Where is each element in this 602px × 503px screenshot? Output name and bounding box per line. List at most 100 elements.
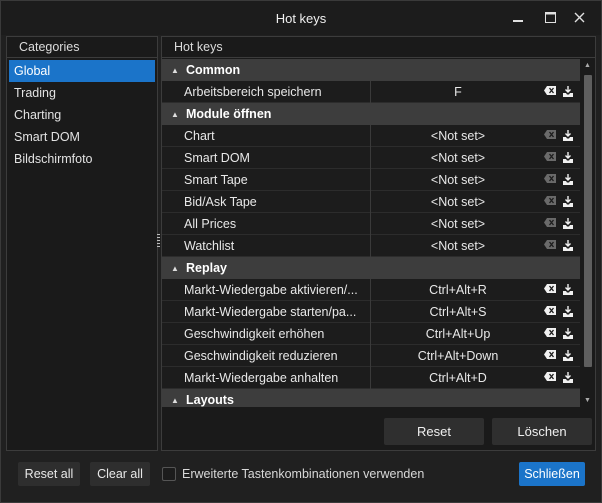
hotkey-actions bbox=[544, 327, 580, 340]
group-header[interactable]: ▲ Layouts bbox=[162, 389, 580, 407]
hotkey-row[interactable]: Geschwindigkeit reduzieren Ctrl+Alt+Down bbox=[162, 344, 580, 367]
maximize-icon[interactable] bbox=[538, 7, 562, 27]
clear-key-icon[interactable] bbox=[544, 283, 556, 296]
record-key-icon[interactable] bbox=[562, 85, 574, 98]
hotkey-row[interactable]: Markt-Wiedergabe starten/pa... Ctrl+Alt+S bbox=[162, 300, 580, 323]
vertical-scrollbar[interactable]: ▲ ▼ bbox=[581, 59, 595, 407]
close-icon[interactable] bbox=[567, 7, 591, 27]
hotkey-row[interactable]: Watchlist <Not set> bbox=[162, 234, 580, 257]
clear-key-icon[interactable] bbox=[544, 349, 556, 362]
category-item-bildschirmfoto[interactable]: Bildschirmfoto bbox=[9, 148, 155, 170]
hotkey-action: Arbeitsbereich speichern bbox=[162, 80, 371, 103]
hotkey-action: Geschwindigkeit erhöhen bbox=[162, 322, 371, 345]
record-key-icon[interactable] bbox=[562, 239, 574, 252]
group-label: Layouts bbox=[186, 393, 234, 407]
collapse-caret-icon[interactable]: ▲ bbox=[162, 264, 182, 273]
clear-key-icon[interactable] bbox=[544, 151, 556, 164]
record-key-icon[interactable] bbox=[562, 151, 574, 164]
hotkey-action: Markt-Wiedergabe anhalten bbox=[162, 366, 371, 389]
hotkey-binding[interactable]: <Not set> bbox=[371, 173, 545, 187]
clear-key-icon[interactable] bbox=[544, 129, 556, 142]
hotkey-row[interactable]: Smart Tape <Not set> bbox=[162, 168, 580, 191]
hotkey-actions bbox=[544, 239, 580, 252]
hotkey-binding[interactable]: Ctrl+Alt+Down bbox=[371, 349, 545, 363]
hotkey-action: Bid/Ask Tape bbox=[162, 190, 371, 213]
category-item-trading[interactable]: Trading bbox=[9, 82, 155, 104]
scroll-down-icon[interactable]: ▼ bbox=[584, 397, 591, 404]
hotkey-binding[interactable]: Ctrl+Alt+S bbox=[371, 305, 545, 319]
categories-panel: Categories Global Trading Charting Smart DO… bbox=[6, 36, 158, 451]
record-key-icon[interactable] bbox=[562, 129, 574, 142]
record-key-icon[interactable] bbox=[562, 349, 574, 362]
title-bar[interactable]: Hot keys bbox=[1, 1, 601, 35]
record-key-icon[interactable] bbox=[562, 195, 574, 208]
group-header[interactable]: ▲ Replay bbox=[162, 257, 580, 279]
reset-button[interactable]: Reset bbox=[384, 418, 484, 445]
collapse-caret-icon[interactable]: ▲ bbox=[162, 396, 182, 405]
hotkey-binding[interactable]: <Not set> bbox=[371, 217, 545, 231]
record-key-icon[interactable] bbox=[562, 173, 574, 186]
hotkey-action: All Prices bbox=[162, 212, 371, 235]
collapse-caret-icon[interactable]: ▲ bbox=[162, 66, 182, 75]
category-item-smart-dom[interactable]: Smart DOM bbox=[9, 126, 155, 148]
record-key-icon[interactable] bbox=[562, 327, 574, 340]
clear-key-icon[interactable] bbox=[544, 305, 556, 318]
hotkey-binding[interactable]: Ctrl+Alt+D bbox=[371, 371, 545, 385]
hotkey-row[interactable]: All Prices <Not set> bbox=[162, 212, 580, 235]
hotkey-actions bbox=[544, 173, 580, 186]
hotkey-actions bbox=[544, 151, 580, 164]
minimize-icon[interactable] bbox=[506, 7, 530, 27]
group-label: Replay bbox=[186, 261, 227, 275]
collapse-caret-icon[interactable]: ▲ bbox=[162, 110, 182, 119]
close-button[interactable]: Schließen bbox=[519, 462, 585, 486]
clear-all-button[interactable]: Clear all bbox=[90, 462, 150, 486]
group-header[interactable]: ▲ Module öffnen bbox=[162, 103, 580, 125]
hotkey-row[interactable]: Geschwindigkeit erhöhen Ctrl+Alt+Up bbox=[162, 322, 580, 345]
hotkey-row[interactable]: Markt-Wiedergabe aktivieren/... Ctrl+Alt+… bbox=[162, 278, 580, 301]
category-item-charting[interactable]: Charting bbox=[9, 104, 155, 126]
hotkey-action: Markt-Wiedergabe starten/pa... bbox=[162, 300, 371, 323]
hotkey-binding[interactable]: <Not set> bbox=[371, 129, 545, 143]
categories-list: Global Trading Charting Smart DOM Bildschirm… bbox=[7, 58, 157, 170]
category-item-global[interactable]: Global bbox=[9, 60, 155, 82]
hotkey-row[interactable]: Markt-Wiedergabe anhalten Ctrl+Alt+D bbox=[162, 366, 580, 389]
group-header[interactable]: ▲ Common bbox=[162, 59, 580, 81]
clear-key-icon[interactable] bbox=[544, 371, 556, 384]
hotkey-action: Geschwindigkeit reduzieren bbox=[162, 344, 371, 367]
hotkeys-dialog: Hot keys Categories Global Trading Chartin… bbox=[0, 0, 602, 503]
extended-shortcuts-label[interactable]: Erweiterte Tastenkombinationen verwenden bbox=[182, 467, 424, 481]
hotkey-binding[interactable]: Ctrl+Alt+Up bbox=[371, 327, 545, 341]
clear-key-icon[interactable] bbox=[544, 85, 556, 98]
hotkey-binding[interactable]: <Not set> bbox=[371, 151, 545, 165]
hotkey-binding[interactable]: <Not set> bbox=[371, 195, 545, 209]
delete-button[interactable]: Löschen bbox=[492, 418, 592, 445]
hotkey-binding[interactable]: Ctrl+Alt+R bbox=[371, 283, 545, 297]
hotkey-binding[interactable]: <Not set> bbox=[371, 239, 545, 253]
hotkey-row[interactable]: Arbeitsbereich speichern F bbox=[162, 80, 580, 103]
hotkey-row[interactable]: Smart DOM <Not set> bbox=[162, 146, 580, 169]
clear-key-icon[interactable] bbox=[544, 195, 556, 208]
hotkey-actions bbox=[544, 371, 580, 384]
record-key-icon[interactable] bbox=[562, 217, 574, 230]
clear-key-icon[interactable] bbox=[544, 239, 556, 252]
extended-shortcuts-checkbox[interactable] bbox=[162, 467, 176, 481]
scrollbar-thumb[interactable] bbox=[584, 75, 592, 367]
record-key-icon[interactable] bbox=[562, 371, 574, 384]
clear-key-icon[interactable] bbox=[544, 217, 556, 230]
scroll-up-icon[interactable]: ▲ bbox=[584, 62, 591, 69]
hotkey-binding[interactable]: F bbox=[371, 85, 545, 99]
hotkey-action: Smart DOM bbox=[162, 146, 371, 169]
clear-key-icon[interactable] bbox=[544, 327, 556, 340]
group-label: Module öffnen bbox=[186, 107, 272, 121]
hotkeys-header: Hot keys bbox=[162, 37, 595, 58]
hotkey-actions bbox=[544, 129, 580, 142]
hotkey-row[interactable]: Bid/Ask Tape <Not set> bbox=[162, 190, 580, 213]
hotkey-action: Watchlist bbox=[162, 234, 371, 257]
hotkey-row[interactable]: Chart <Not set> bbox=[162, 124, 580, 147]
record-key-icon[interactable] bbox=[562, 305, 574, 318]
clear-key-icon[interactable] bbox=[544, 173, 556, 186]
panel-splitter-handle[interactable] bbox=[157, 234, 160, 248]
hotkey-actions bbox=[544, 217, 580, 230]
reset-all-button[interactable]: Reset all bbox=[18, 462, 80, 486]
record-key-icon[interactable] bbox=[562, 283, 574, 296]
